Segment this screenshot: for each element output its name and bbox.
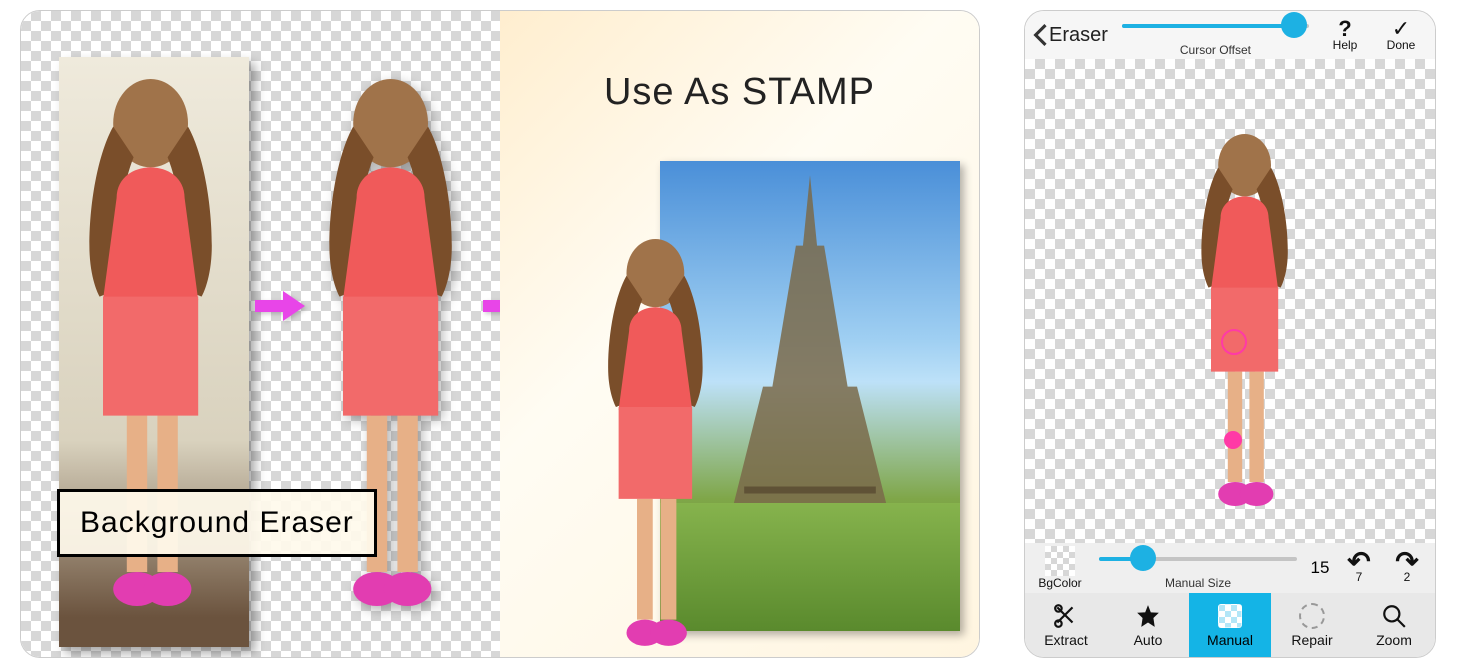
question-icon: ? — [1338, 18, 1351, 40]
tab-extract[interactable]: Extract — [1025, 593, 1107, 657]
chevron-left-icon — [1033, 24, 1047, 46]
tab-auto[interactable]: Auto — [1107, 593, 1189, 657]
tab-zoom-label: Zoom — [1376, 632, 1412, 648]
tab-manual[interactable]: Manual — [1189, 593, 1271, 657]
person-composited — [578, 239, 738, 657]
tab-manual-label: Manual — [1207, 632, 1253, 648]
cursor-ring — [1221, 329, 1247, 355]
done-label: Done — [1387, 38, 1416, 52]
redo-button[interactable]: ↷ 2 — [1383, 552, 1431, 584]
tab-auto-label: Auto — [1134, 632, 1163, 648]
editor-canvas[interactable] — [1025, 59, 1435, 543]
cursor-offset-label: Cursor Offset — [1122, 43, 1309, 57]
arrow-icon — [255, 291, 305, 321]
checker-icon — [1218, 604, 1242, 628]
tab-repair-label: Repair — [1291, 632, 1332, 648]
undo-count: 7 — [1356, 570, 1363, 584]
promo-title: Background Eraser — [80, 506, 354, 539]
stamp-heading: Use As STAMP — [500, 71, 979, 114]
magnifier-icon — [1380, 602, 1408, 630]
promo-card: Background Eraser Use As STAMP — [20, 10, 980, 658]
bottom-tabbar: Extract Auto Manual Repair Zoom — [1025, 593, 1435, 657]
tab-zoom[interactable]: Zoom — [1353, 593, 1435, 657]
scissors-icon — [1052, 602, 1080, 630]
cursor-offset-slider[interactable]: Cursor Offset — [1122, 15, 1309, 43]
check-icon: ✓ — [1392, 18, 1410, 40]
repair-icon — [1299, 603, 1325, 629]
manual-size-slider[interactable]: Manual Size — [1099, 548, 1297, 576]
mid-toolbar: BgColor Manual Size 15 ↶ 7 ↷ 2 — [1025, 543, 1435, 593]
back-label: Eraser — [1049, 24, 1108, 47]
promo-title-box: Background Eraser — [57, 489, 377, 557]
cursor-dot — [1224, 431, 1242, 449]
bgcolor-label: BgColor — [1038, 576, 1081, 590]
promo-left-panel: Background Eraser — [21, 11, 500, 657]
manual-size-value: 15 — [1305, 558, 1335, 578]
person-editing — [1187, 125, 1307, 527]
checker-swatch-icon — [1045, 546, 1075, 576]
undo-button[interactable]: ↶ 7 — [1335, 552, 1383, 584]
manual-size-label: Manual Size — [1099, 576, 1297, 590]
redo-count: 2 — [1404, 570, 1411, 584]
promo-right-panel: Use As STAMP — [500, 11, 979, 657]
top-toolbar: Eraser Cursor Offset ? Help ✓ Done — [1025, 11, 1435, 59]
star-icon — [1134, 602, 1162, 630]
bgcolor-button[interactable]: BgColor — [1029, 546, 1091, 590]
help-label: Help — [1333, 38, 1358, 52]
back-button[interactable]: Eraser — [1033, 24, 1108, 47]
tab-extract-label: Extract — [1044, 632, 1088, 648]
tab-repair[interactable]: Repair — [1271, 593, 1353, 657]
done-button[interactable]: ✓ Done — [1375, 18, 1427, 52]
help-button[interactable]: ? Help — [1319, 18, 1371, 52]
app-phone: Eraser Cursor Offset ? Help ✓ Done BgCol… — [1024, 10, 1436, 658]
